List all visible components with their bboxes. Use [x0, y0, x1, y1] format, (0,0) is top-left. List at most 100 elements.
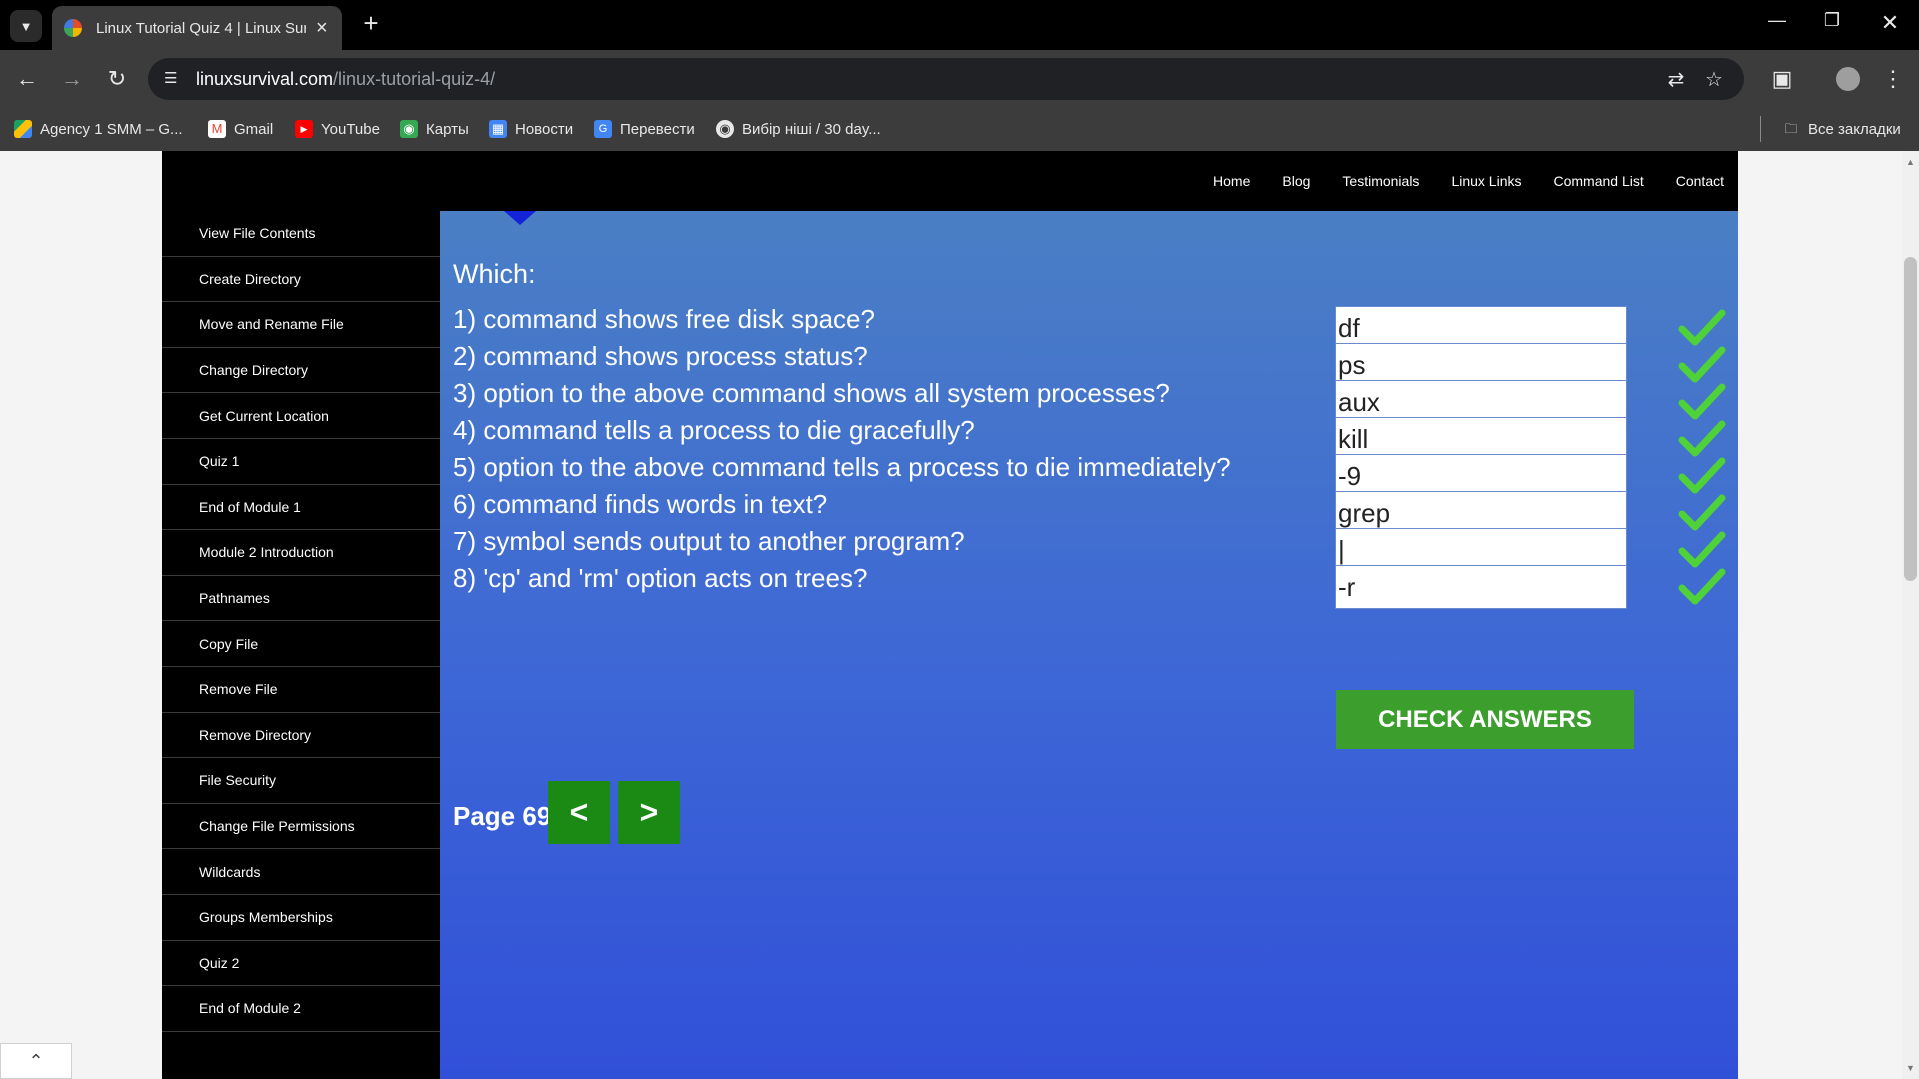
new-tab-button[interactable]: +	[354, 8, 388, 42]
nav-link-blog[interactable]: Blog	[1282, 173, 1310, 189]
checkmark-icon	[1678, 346, 1726, 383]
sidebar-item-wildcards[interactable]: Wildcards	[162, 849, 440, 895]
close-window-icon[interactable]: ✕	[1870, 10, 1910, 36]
scrollbar-thumb[interactable]	[1904, 257, 1917, 581]
sidebar-item-move-rename-file[interactable]: Move and Rename File	[162, 302, 440, 348]
checkmark-icon	[1678, 568, 1726, 605]
tab-title: Linux Tutorial Quiz 4 | Linux Survival	[96, 19, 306, 37]
lesson-sidebar: View File Contents Create Directory Move…	[162, 211, 440, 1079]
sidebar-item-end-module-2[interactable]: End of Module 2	[162, 986, 440, 1032]
bookmark-gmail[interactable]: M Gmail	[208, 117, 273, 141]
scroll-up-arrow-icon[interactable]: ▲	[1902, 157, 1919, 167]
chevron-down-icon: ▼	[19, 18, 33, 34]
sidebar-item-quiz-1[interactable]: Quiz 1	[162, 439, 440, 485]
nav-link-home[interactable]: Home	[1213, 173, 1250, 189]
check-answers-button[interactable]: CHECK ANSWERS	[1336, 690, 1634, 749]
nav-link-testimonials[interactable]: Testimonials	[1342, 173, 1419, 189]
sidebar-item-module-2-intro[interactable]: Module 2 Introduction	[162, 530, 440, 576]
answer-input-8[interactable]	[1335, 565, 1627, 609]
sidebar-item-remove-file[interactable]: Remove File	[162, 667, 440, 713]
maps-icon: ◉	[400, 120, 418, 138]
bookmark-label: Новости	[515, 120, 574, 138]
bookmark-label: Карты	[426, 120, 469, 138]
sidebar-item-end-module-1[interactable]: End of Module 1	[162, 485, 440, 531]
browser-titlebar: ▼ Linux Tutorial Quiz 4 | Linux Survival…	[0, 0, 1919, 50]
bookmark-news[interactable]: ▦ Новости	[489, 117, 573, 141]
question-6: 6) command finds words in text?	[453, 489, 828, 519]
site-settings-icon[interactable]: ☰	[164, 69, 184, 89]
question-2: 2) command shows process status?	[453, 341, 868, 371]
sidebar-item-change-file-permissions[interactable]: Change File Permissions	[162, 804, 440, 850]
url-text[interactable]: linuxsurvival.com/linux-tutorial-quiz-4/	[196, 69, 495, 90]
site-favicon-icon	[64, 19, 82, 37]
page-scrollbar[interactable]: ▲ ▼	[1902, 151, 1919, 1079]
sidebar-item-file-security[interactable]: File Security	[162, 758, 440, 804]
bookmark-label: Gmail	[234, 120, 274, 138]
sidebar-item-get-current-location[interactable]: Get Current Location	[162, 393, 440, 439]
checkmark-icon	[1678, 309, 1726, 346]
menu-dots-icon[interactable]: ⋮	[1876, 62, 1910, 96]
url-path: /linux-tutorial-quiz-4/	[333, 69, 496, 89]
bookmark-niche[interactable]: ◉ Вибір ніші / 30 day...	[716, 117, 881, 141]
bookmark-translate[interactable]: G Перевести	[594, 117, 695, 141]
sidebar-item-pathnames[interactable]: Pathnames	[162, 576, 440, 622]
site-header: Home Blog Testimonials Linux Links Comma…	[162, 151, 1738, 211]
url-host: linuxsurvival.com	[196, 69, 334, 89]
scroll-down-arrow-icon[interactable]: ▼	[1902, 1063, 1919, 1073]
sidebar-item-change-directory[interactable]: Change Directory	[162, 348, 440, 394]
sidebar-item-create-directory[interactable]: Create Directory	[162, 257, 440, 303]
translate-icon[interactable]: ⇄	[1663, 67, 1689, 92]
bookmarks-divider	[1760, 116, 1761, 142]
sidebar-item-copy-file[interactable]: Copy File	[162, 621, 440, 667]
next-page-button[interactable]: >	[618, 781, 680, 844]
extensions-icon[interactable]: ▣	[1765, 62, 1799, 96]
nav-link-contact[interactable]: Contact	[1676, 173, 1724, 189]
profile-avatar[interactable]	[1836, 67, 1860, 91]
checkmark-icon	[1678, 457, 1726, 494]
sidebar-item-remove-directory[interactable]: Remove Directory	[162, 713, 440, 759]
sidebar-item-view-file-contents[interactable]: View File Contents	[162, 211, 440, 257]
question-1: 1) command shows free disk space?	[453, 304, 875, 334]
gmail-icon: M	[208, 120, 226, 138]
checkmark-icon	[1678, 531, 1726, 568]
checkmark-icon	[1678, 494, 1726, 531]
bookmark-youtube[interactable]: ▶ YouTube	[295, 117, 380, 141]
active-tab[interactable]: Linux Tutorial Quiz 4 | Linux Survival ×	[52, 6, 342, 50]
checkmark-icon	[1678, 383, 1726, 420]
bookmark-label: Вибір ніші / 30 day...	[742, 120, 881, 138]
bookmark-agency[interactable]: Agency 1 SMM – G...	[14, 117, 183, 141]
close-tab-icon[interactable]: ×	[316, 17, 328, 40]
bookmark-label: Agency 1 SMM – G...	[40, 120, 183, 138]
all-bookmarks[interactable]: 🗀 Все закладки	[1782, 117, 1901, 141]
globe-icon: ◉	[716, 120, 734, 138]
tab-search-button[interactable]: ▼	[10, 10, 42, 42]
question-5: 5) option to the above command tells a p…	[453, 452, 1231, 482]
google-drive-icon	[14, 120, 32, 138]
bookmark-star-icon[interactable]: ☆	[1701, 67, 1727, 92]
minimize-icon[interactable]: —	[1757, 10, 1797, 31]
question-4: 4) command tells a process to die gracef…	[453, 415, 975, 445]
previous-page-button[interactable]: <	[548, 781, 610, 844]
nav-link-command-list[interactable]: Command List	[1553, 173, 1643, 189]
checkmark-icon	[1678, 420, 1726, 457]
sidebar-item-quiz-2[interactable]: Quiz 2	[162, 941, 440, 987]
browser-toolbar: ← → ↻ ☰ linuxsurvival.com/linux-tutorial…	[0, 50, 1919, 108]
youtube-icon: ▶	[295, 120, 313, 138]
back-arrow-icon[interactable]: ←	[10, 62, 44, 96]
nav-link-linux-links[interactable]: Linux Links	[1451, 173, 1521, 189]
question-3: 3) option to the above command shows all…	[453, 378, 1170, 408]
chevron-up-icon: ⌃	[28, 1050, 44, 1071]
scroll-to-top-button[interactable]: ⌃	[0, 1043, 72, 1079]
news-icon: ▦	[489, 120, 507, 138]
quiz-panel: Which: 1) command shows free disk space?…	[440, 211, 1738, 1079]
address-bar[interactable]: ☰ linuxsurvival.com/linux-tutorial-quiz-…	[148, 58, 1744, 100]
site-top-nav: Home Blog Testimonials Linux Links Comma…	[1181, 151, 1724, 211]
reload-icon[interactable]: ↻	[100, 62, 134, 96]
restore-icon[interactable]: ❐	[1812, 10, 1852, 31]
all-bookmarks-label: Все закладки	[1808, 120, 1901, 138]
bookmark-maps[interactable]: ◉ Карты	[400, 117, 469, 141]
forward-arrow-icon[interactable]: →	[55, 62, 89, 96]
sidebar-item-groups-memberships[interactable]: Groups Memberships	[162, 895, 440, 941]
bookmark-label: YouTube	[321, 120, 380, 138]
translate-icon: G	[594, 120, 612, 138]
